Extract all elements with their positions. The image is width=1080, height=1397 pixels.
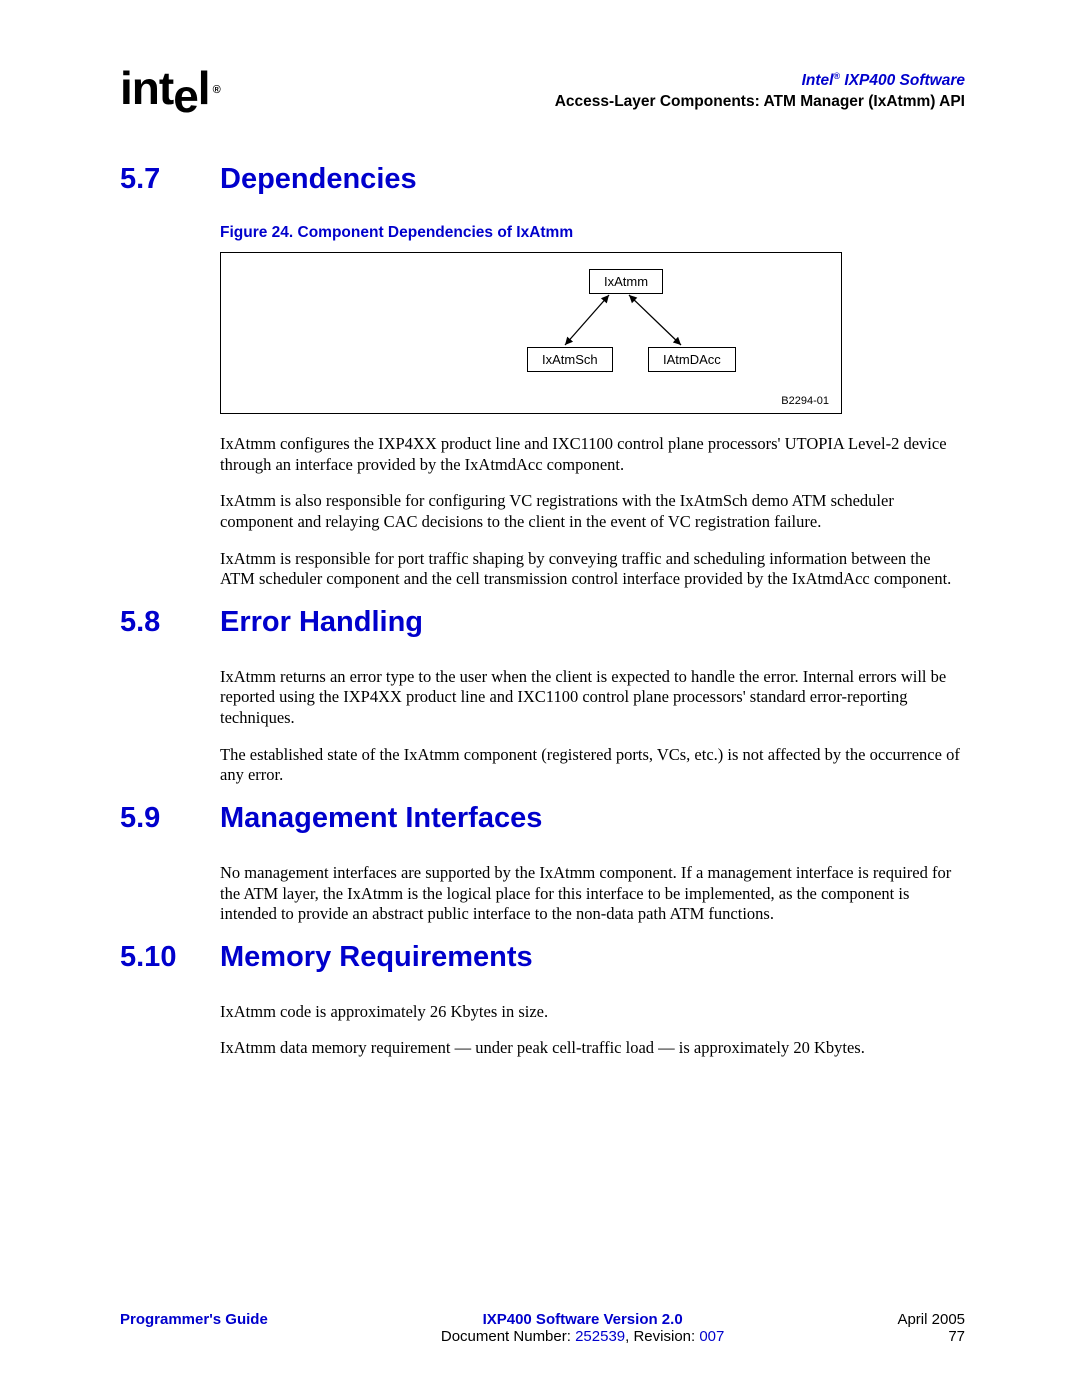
page-footer: Programmer's Guide IXP400 Software Versi… [120,1311,965,1345]
diagram-reference-code: B2294-01 [781,395,829,407]
section-heading-5-8: 5.8 Error Handling [120,606,965,639]
section-title: Memory Requirements [220,941,533,974]
footer-docnum-value: 252539 [575,1328,625,1345]
header-brand: Intel [802,72,834,89]
footer-docnum-label: Document Number: [441,1328,575,1345]
paragraph: The established state of the IxAtmm comp… [220,745,965,786]
registered-mark-icon: ® [213,86,220,95]
header-right: Intel® IXP400 Software Access-Layer Comp… [555,70,965,113]
header-product: IXP400 Software [840,72,965,89]
header-product-line: Intel® IXP400 Software [555,70,965,92]
footer-center: IXP400 Software Version 2.0 Document Num… [268,1311,898,1345]
footer-version: IXP400 Software Version 2.0 [268,1311,898,1328]
paragraph: IxAtmm data memory requirement — under p… [220,1038,965,1059]
section-title: Management Interfaces [220,802,542,835]
footer-right: April 2005 77 [897,1311,965,1345]
footer-left: Programmer's Guide [120,1311,268,1328]
section-title: Dependencies [220,163,417,196]
section-title: Error Handling [220,606,423,639]
paragraph: IxAtmm is also responsible for configuri… [220,491,965,532]
footer-date: April 2005 [897,1311,965,1328]
paragraph: IxAtmm configures the IXP4XX product lin… [220,434,965,475]
intel-logo: intel ® [120,70,220,107]
header-subtitle: Access-Layer Components: ATM Manager (Ix… [555,92,965,113]
paragraph: IxAtmm code is approximately 26 Kbytes i… [220,1002,965,1023]
section-number: 5.8 [120,606,220,639]
diagram-node-iatmdacc: IAtmDAcc [648,347,736,372]
section-heading-5-10: 5.10 Memory Requirements [120,941,965,974]
section-heading-5-7: 5.7 Dependencies [120,163,965,196]
figure-caption: Figure 24. Component Dependencies of IxA… [220,224,965,242]
paragraph: IxAtmm is responsible for port traffic s… [220,549,965,590]
page-header: intel ® Intel® IXP400 Software Access-La… [120,70,965,113]
dependency-arrows-icon [221,253,841,413]
section-number: 5.10 [120,941,220,974]
footer-page-number: 77 [897,1328,965,1345]
paragraph: No management interfaces are supported b… [220,863,965,925]
paragraph: IxAtmm returns an error type to the user… [220,667,965,729]
section-heading-5-9: 5.9 Management Interfaces [120,802,965,835]
footer-revision-value: 007 [699,1328,724,1345]
diagram-node-ixatmsch: IxAtmSch [527,347,613,372]
document-page: intel ® Intel® IXP400 Software Access-La… [0,0,1080,1397]
diagram-node-ixatmm: IxAtmm [589,269,663,294]
footer-revision-label: , Revision: [625,1328,699,1345]
logo-text: intel [120,70,210,107]
section-number: 5.9 [120,802,220,835]
footer-docnum: Document Number: 252539, Revision: 007 [268,1328,898,1345]
figure-diagram: IxAtmm IxAtmSch IAtmDAcc B2294-01 [220,252,842,414]
section-number: 5.7 [120,163,220,196]
